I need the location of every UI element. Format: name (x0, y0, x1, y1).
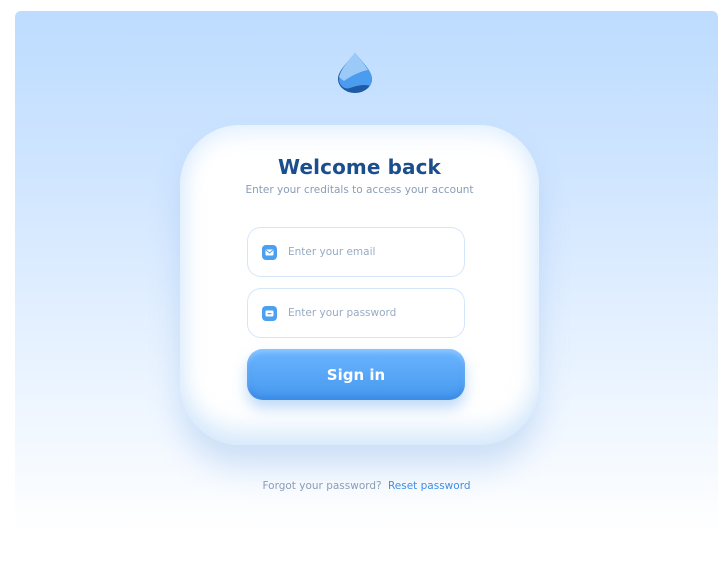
lock-icon (262, 305, 277, 321)
page-title: Welcome back (278, 155, 441, 179)
reset-password-link[interactable]: Reset password (388, 480, 471, 492)
login-screen: Welcome back Enter your creditals to acc… (15, 11, 718, 535)
forgot-password-text: Forgot your password? (262, 480, 382, 492)
password-field[interactable] (247, 288, 465, 338)
password-input[interactable] (288, 307, 448, 319)
forgot-password-row: Forgot your password? Reset password (15, 480, 718, 492)
login-card: Welcome back Enter your creditals to acc… (180, 125, 539, 445)
page-subtitle: Enter your creditals to access your acco… (245, 184, 474, 196)
email-field[interactable] (247, 227, 465, 277)
email-input[interactable] (288, 246, 448, 258)
mail-icon (262, 244, 277, 260)
sign-in-button[interactable]: Sign in (247, 349, 465, 400)
water-drop-icon (336, 51, 374, 95)
